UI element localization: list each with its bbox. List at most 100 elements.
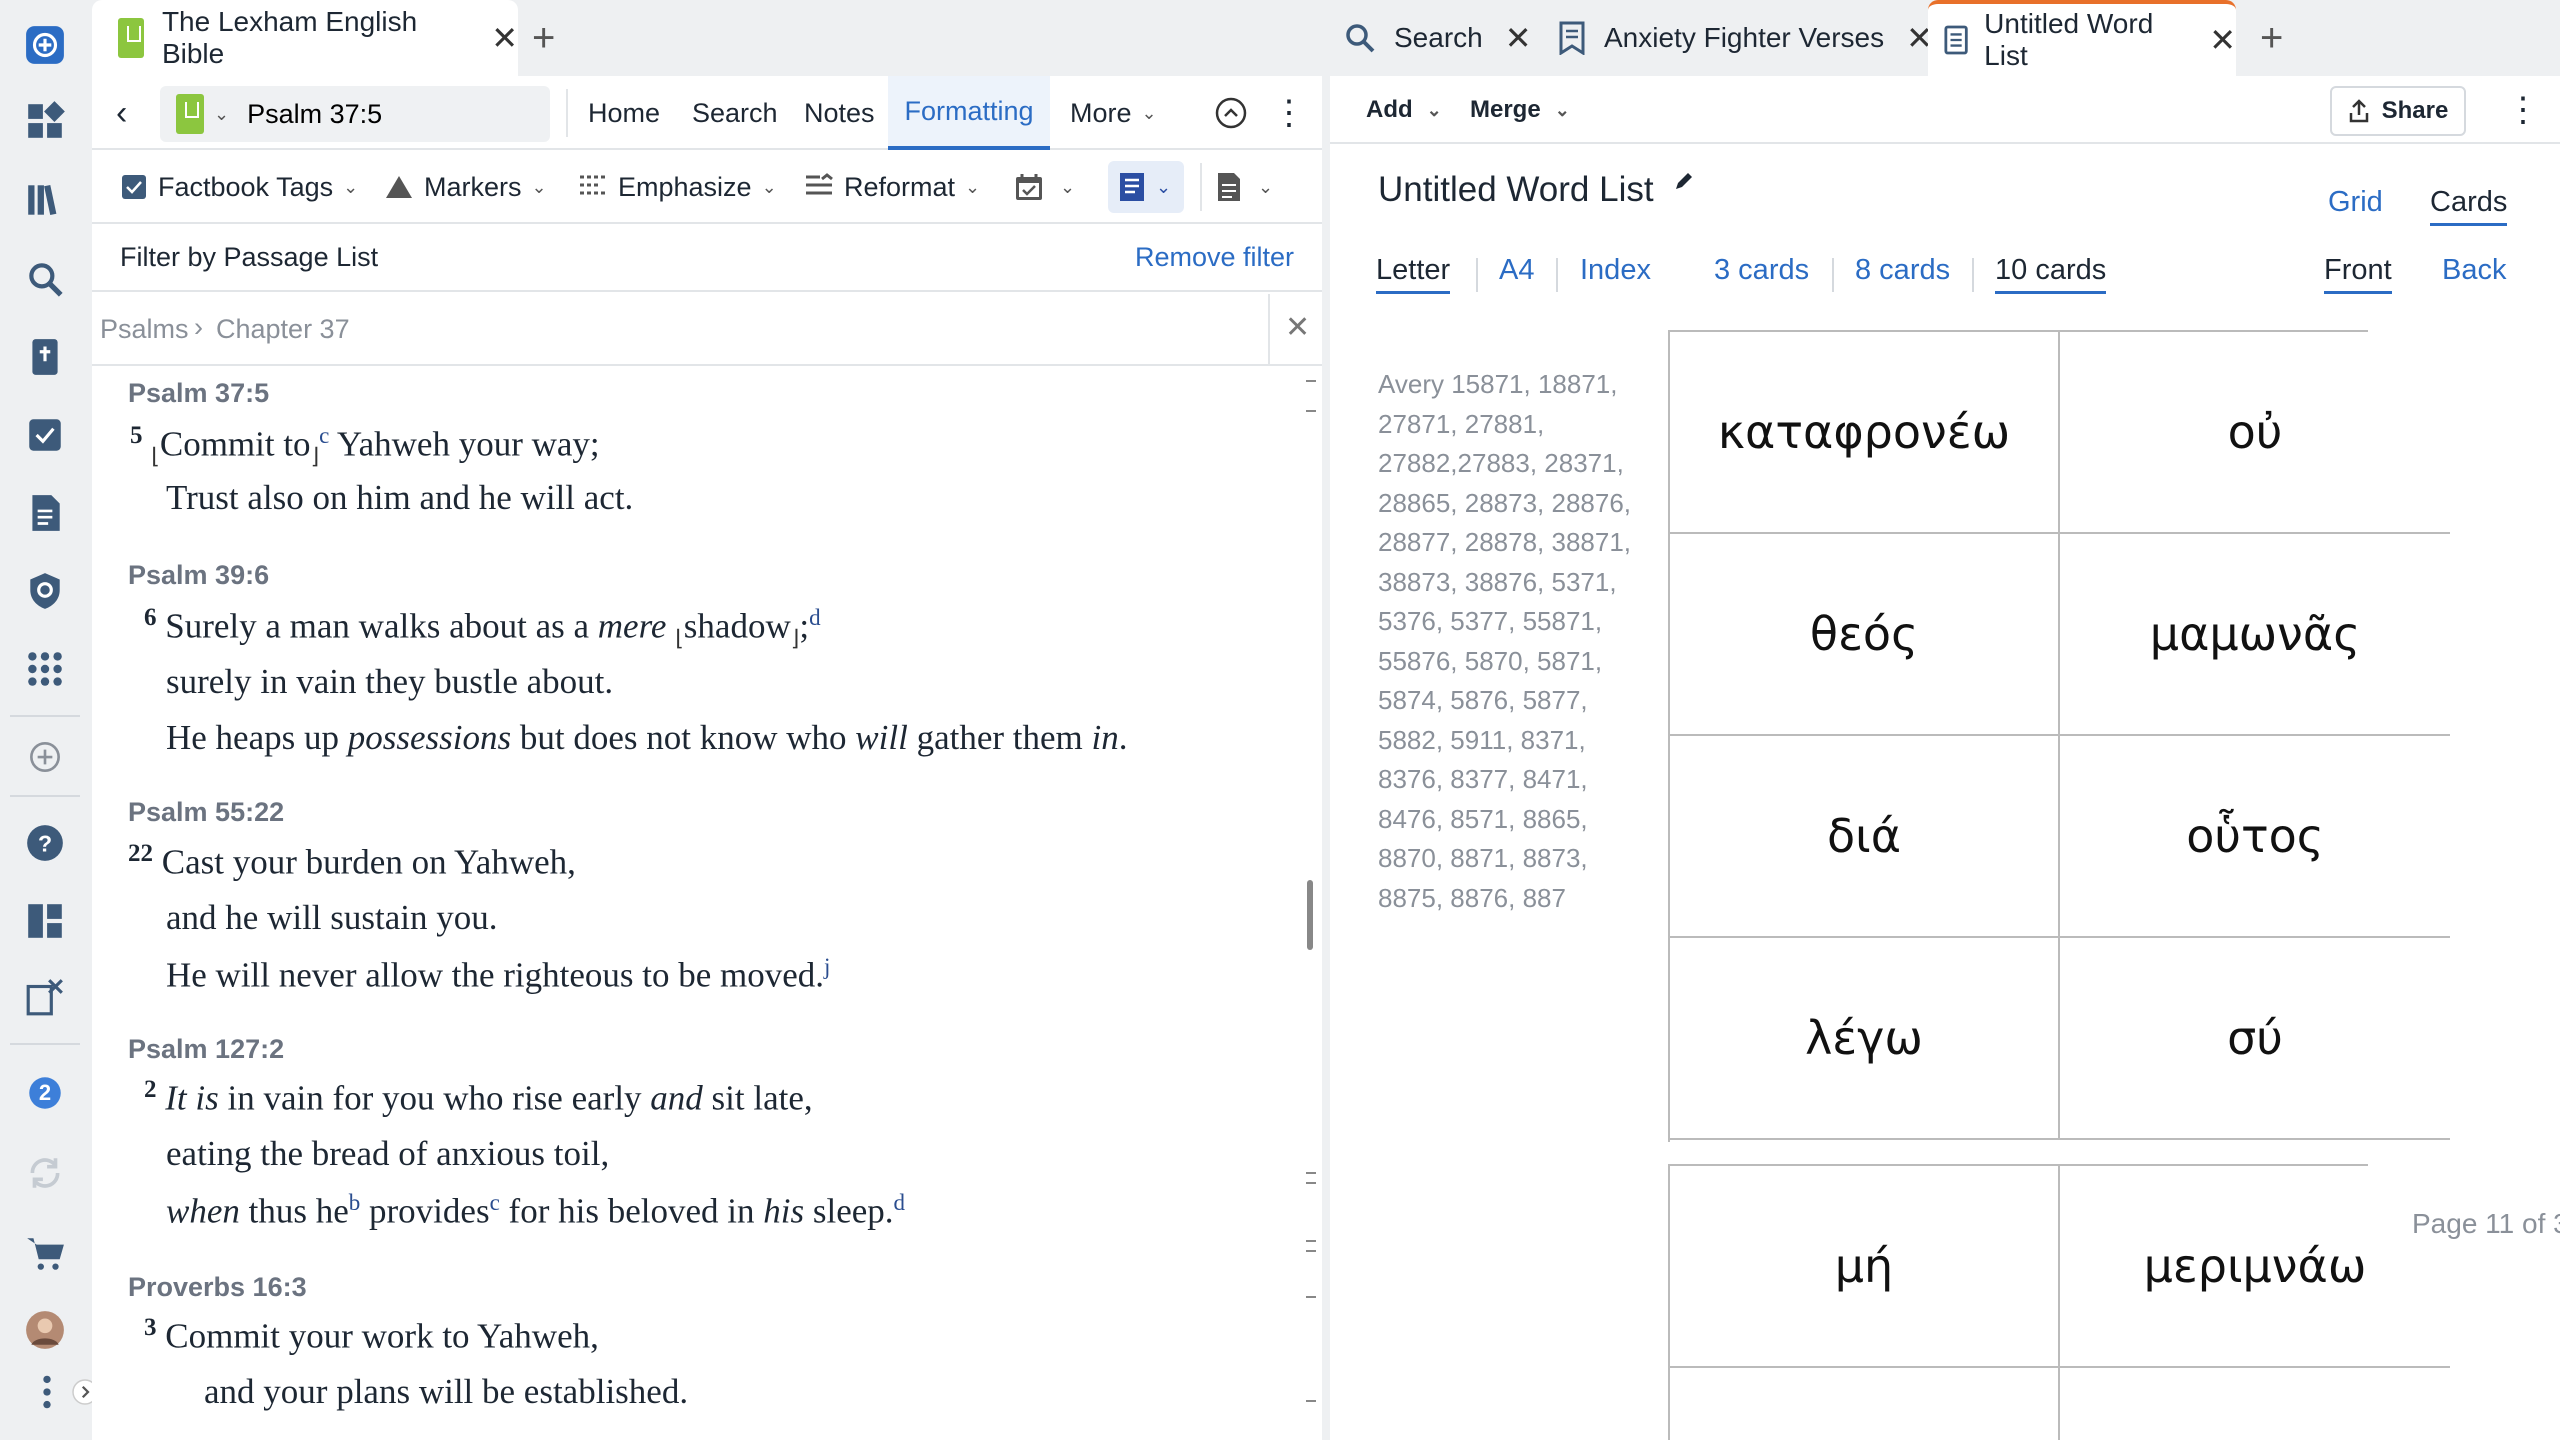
page-view-button[interactable]: ⌄ xyxy=(1216,150,1273,224)
verse-line: and he will sustain you. xyxy=(166,898,498,937)
verse-line: eating the bread of anxious toil, xyxy=(166,1134,610,1173)
close-icon[interactable]: ✕ xyxy=(2209,21,2236,59)
chevron-down-icon[interactable]: ⌄ xyxy=(214,104,229,125)
panel-menu-icon[interactable]: ⋮ xyxy=(1272,76,1306,150)
layout-icon[interactable] xyxy=(20,896,70,946)
breadcrumb-chapter[interactable]: Chapter 37 xyxy=(216,314,350,345)
checklist-icon[interactable] xyxy=(20,410,70,460)
tab-more[interactable]: More ⌄ xyxy=(1070,76,1157,150)
tab-search[interactable]: Search xyxy=(692,76,778,150)
passage-heading[interactable]: Psalm 55:22 xyxy=(128,797,284,828)
card-front[interactable]: καταφρονέω xyxy=(1670,332,2060,534)
library-icon[interactable] xyxy=(20,175,70,225)
bible-icon[interactable] xyxy=(20,332,70,382)
view-grid-toggle[interactable]: Grid xyxy=(2328,186,2383,219)
tab-anxiety-verses[interactable]: Anxiety Fighter Verses ✕ xyxy=(1558,0,1933,76)
card-front[interactable]: μαμωνᾶς xyxy=(2060,534,2450,736)
panel-menu-icon[interactable]: ⋮ xyxy=(2506,76,2540,144)
card-front[interactable]: μή xyxy=(1670,1166,2060,1368)
reformat-button[interactable]: Reformat ⌄ xyxy=(804,150,980,224)
side-front[interactable]: Front xyxy=(2324,254,2392,294)
filter-label: Filter by Passage List xyxy=(120,242,379,272)
tab-lexham-bible[interactable]: The Lexham English Bible ✕ xyxy=(92,0,518,76)
breadcrumb-book[interactable]: Psalms xyxy=(100,314,189,345)
tab-home[interactable]: Home xyxy=(588,76,660,150)
factbook-tags-button[interactable]: Factbook Tags ⌄ xyxy=(120,150,358,224)
card-front[interactable]: διά xyxy=(1670,736,2060,938)
cards-8[interactable]: 8 cards xyxy=(1855,254,1950,287)
left-tabbar: The Lexham English Bible ✕ + xyxy=(92,0,1322,76)
avery-label-list: Avery 15871, 18871, 27871, 27881, 27882,… xyxy=(1378,369,1632,913)
search-icon[interactable] xyxy=(20,254,70,304)
card-front[interactable]: οὐ xyxy=(2060,332,2450,534)
shield-icon[interactable] xyxy=(20,566,70,616)
verse-line: 3 Commit your work to Yahweh, xyxy=(144,1314,599,1356)
side-back[interactable]: Back xyxy=(2442,254,2506,287)
card-front[interactable]: μεριμνάω xyxy=(2060,1166,2450,1368)
tab-search[interactable]: Search ✕ xyxy=(1344,0,1532,76)
remove-filter-link[interactable]: Remove filter xyxy=(1135,242,1294,273)
emphasize-button[interactable]: Emphasize ⌄ xyxy=(578,150,777,224)
paper-index[interactable]: Index xyxy=(1580,254,1651,287)
share-icon xyxy=(2349,99,2368,123)
cards-3[interactable]: 3 cards xyxy=(1714,254,1809,287)
verse-line: surely in vain they bustle about. xyxy=(166,662,614,701)
user-avatar[interactable] xyxy=(20,1305,70,1355)
new-tab-button[interactable]: + xyxy=(2260,0,2283,76)
tab-label: The Lexham English Bible xyxy=(161,6,418,69)
close-icon[interactable]: ✕ xyxy=(1285,310,1310,345)
share-button[interactable]: Share xyxy=(2330,86,2466,136)
word-list-title[interactable]: Untitled Word List xyxy=(1378,170,1695,210)
back-icon[interactable]: ‹ xyxy=(116,76,127,150)
card-front[interactable]: θεός xyxy=(1670,534,2060,736)
logos-icon[interactable] xyxy=(20,20,70,70)
badge-count: 2 xyxy=(38,1080,52,1105)
document-icon[interactable] xyxy=(20,488,70,538)
calendar-button[interactable]: ⌄ xyxy=(1014,150,1075,224)
tab-notes[interactable]: Notes xyxy=(804,76,875,150)
dashboard-icon[interactable] xyxy=(20,96,70,146)
visual-filter-button[interactable]: ⌄ xyxy=(1108,161,1184,213)
word-list-panel: Search ✕ Anxiety Fighter Verses ✕ Untitl… xyxy=(1330,0,2560,1440)
collapse-toolbar-icon[interactable] xyxy=(1214,76,1248,150)
paper-a4[interactable]: A4 xyxy=(1499,254,1534,287)
reference-input[interactable]: Psalm 37:5 xyxy=(247,99,382,130)
bible-book-icon xyxy=(118,18,144,58)
word-list-toolbar: Add ⌄ Merge ⌄ Share ⋮ xyxy=(1330,76,2560,144)
svg-text:?: ? xyxy=(38,830,52,856)
card-front[interactable]: οὗτος xyxy=(2060,736,2450,938)
tab-formatting[interactable]: Formatting xyxy=(888,76,1050,150)
paper-letter[interactable]: Letter xyxy=(1376,254,1451,294)
close-icon[interactable]: ✕ xyxy=(1505,19,1532,57)
cards-10[interactable]: 10 cards xyxy=(1995,254,2107,294)
right-tabbar: Search ✕ Anxiety Fighter Verses ✕ Untitl… xyxy=(1330,0,2560,76)
passage-heading[interactable]: Psalm 39:6 xyxy=(128,560,269,591)
new-tab-button[interactable]: + xyxy=(532,0,555,76)
verse-line: and your plans will be established. xyxy=(204,1372,689,1411)
app-rail: ? 2 xyxy=(0,0,98,1440)
view-cards-toggle[interactable]: Cards xyxy=(2430,186,2508,226)
apps-grid-icon[interactable] xyxy=(20,644,70,694)
verse-line: when thus heb providesc for his beloved … xyxy=(166,1190,906,1231)
close-icon[interactable]: ✕ xyxy=(491,19,518,57)
add-circle-icon[interactable] xyxy=(20,732,70,782)
passage-heading[interactable]: Psalm 37:5 xyxy=(128,378,269,409)
close-panels-icon[interactable] xyxy=(20,972,70,1022)
add-button[interactable]: Add ⌄ xyxy=(1366,76,1442,144)
reference-box[interactable]: ⌄ Psalm 37:5 xyxy=(160,86,550,142)
card-front[interactable]: λέγω xyxy=(1670,938,2060,1140)
passage-heading[interactable]: Proverbs 16:3 xyxy=(128,1272,307,1303)
sync-icon[interactable] xyxy=(20,1148,70,1198)
merge-button[interactable]: Merge ⌄ xyxy=(1470,76,1570,144)
chevron-right-icon: › xyxy=(194,312,203,342)
notification-badge[interactable]: 2 xyxy=(20,1068,70,1118)
markers-button[interactable]: Markers ⌄ xyxy=(384,150,547,224)
scrollbar[interactable] xyxy=(1304,370,1318,1440)
edit-pencil-icon xyxy=(1676,173,1693,189)
more-vertical-icon[interactable] xyxy=(22,1367,72,1417)
card-front[interactable]: σύ xyxy=(2060,938,2450,1140)
tab-untitled-word-list[interactable]: Untitled Word List ✕ xyxy=(1928,0,2236,76)
passage-heading[interactable]: Psalm 127:2 xyxy=(128,1034,284,1065)
help-icon[interactable]: ? xyxy=(20,818,70,868)
cart-icon[interactable] xyxy=(20,1228,70,1278)
